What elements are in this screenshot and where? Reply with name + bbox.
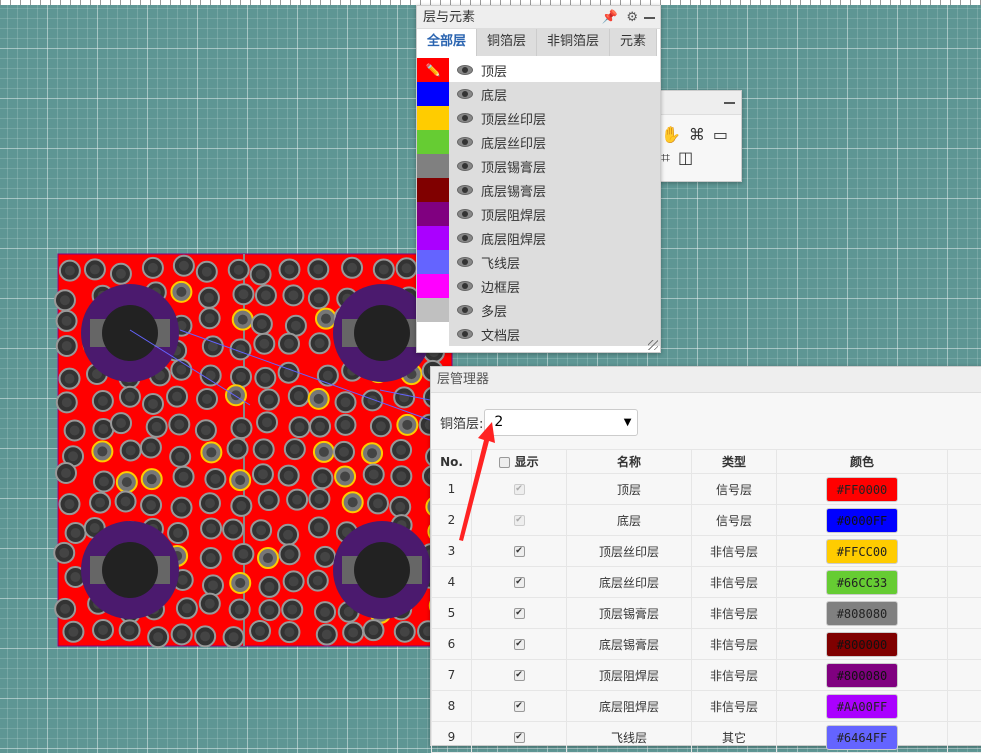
annotation-arrow	[0, 0, 981, 734]
